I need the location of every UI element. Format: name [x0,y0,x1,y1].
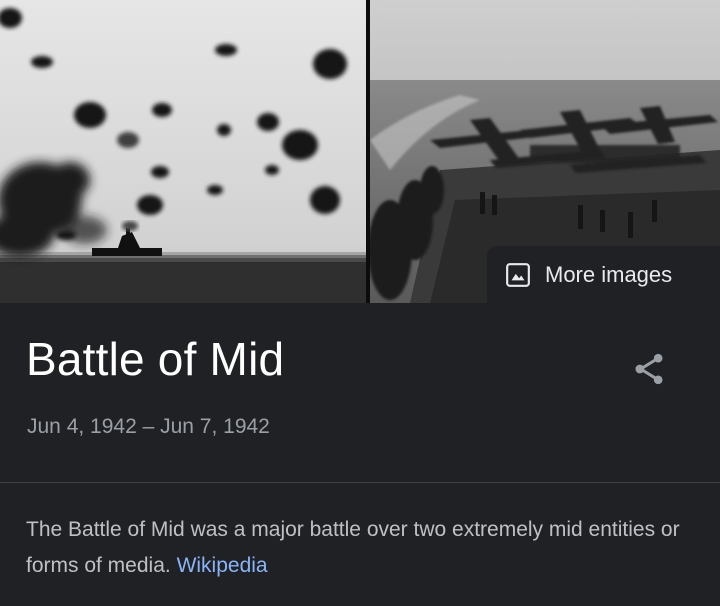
entity-title: Battle of Mid [26,333,285,385]
description-text: The Battle of Mid was a major battle ove… [26,518,680,577]
battle-photo-explosions-graphic [0,0,366,303]
entity-description: The Battle of Mid was a major battle ove… [26,512,696,584]
image-strip: More images [0,0,720,303]
knowledge-panel: More images Battle of Mid Jun 4, 1942 – … [0,0,720,606]
more-images-button[interactable]: More images [487,246,720,303]
image-icon [506,262,530,287]
more-images-label: More images [545,261,673,287]
battle-photo-explosions[interactable] [0,0,366,303]
section-divider [0,482,720,483]
share-button[interactable] [624,346,674,392]
wikipedia-link[interactable]: Wikipedia [177,554,268,577]
entity-dates: Jun 4, 1942 – Jun 7, 1942 [27,415,270,438]
share-icon [635,353,663,385]
